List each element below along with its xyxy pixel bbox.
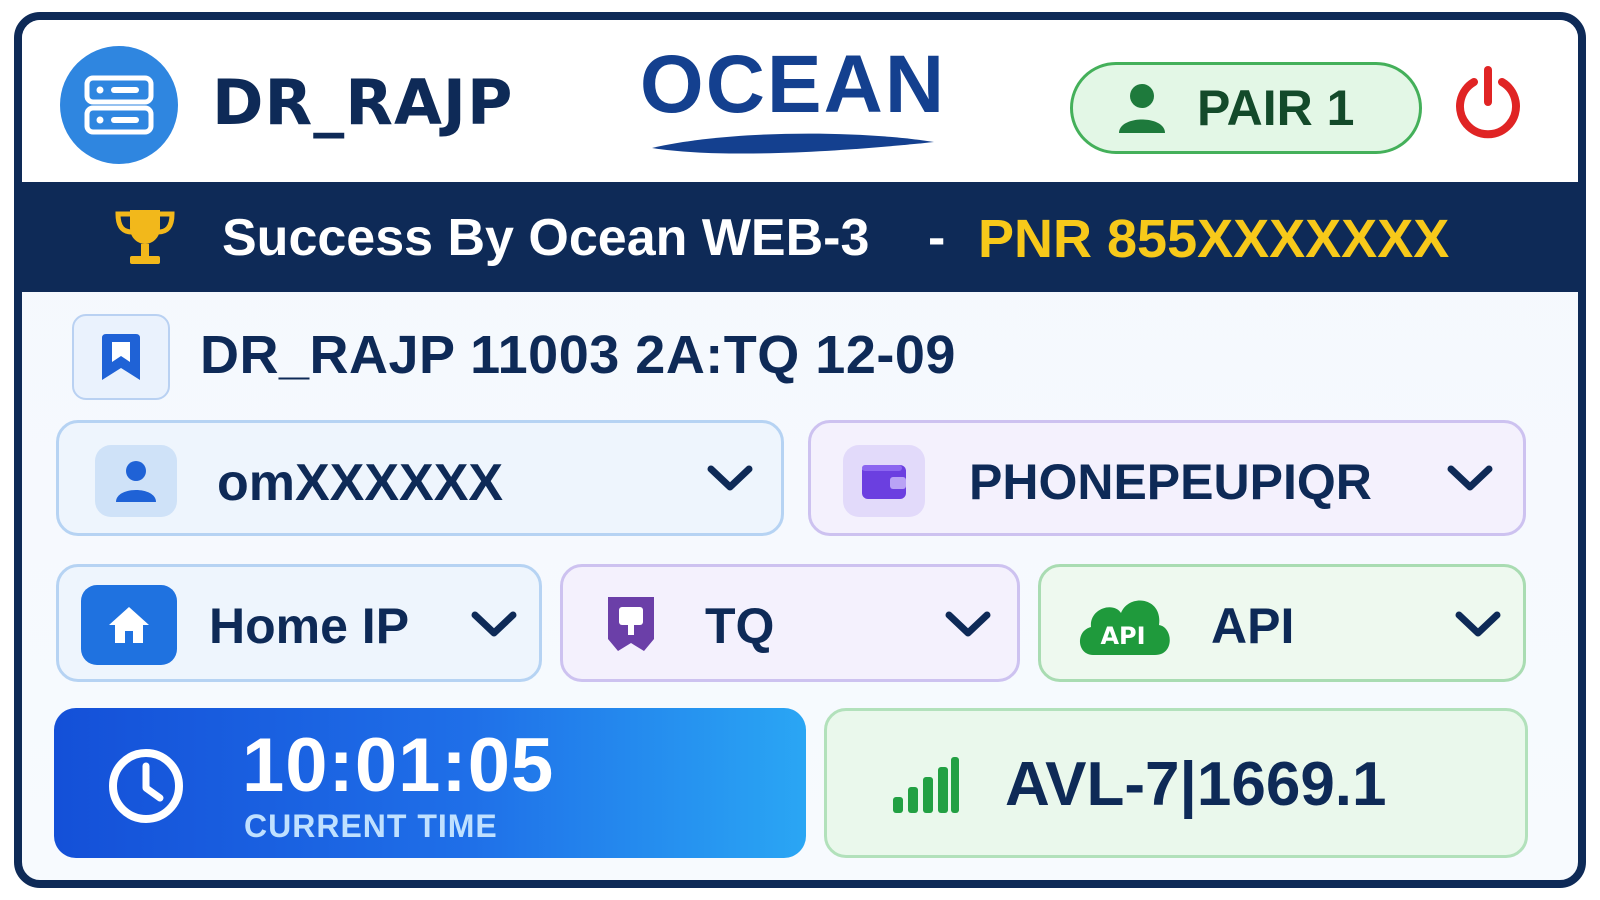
chevron-down-icon: [1447, 465, 1493, 491]
quota-value: TQ: [705, 598, 775, 654]
username: DR_RAJP: [212, 66, 514, 139]
brand-logo: OCEAN: [628, 38, 958, 158]
clock-icon: [109, 749, 183, 823]
chevron-down-icon: [945, 611, 991, 637]
banner-separator: -: [928, 209, 946, 267]
payment-value: PHONEPEUPIQR: [969, 454, 1372, 510]
chevron-down-icon: [1455, 611, 1501, 637]
ticket-icon: [601, 591, 661, 657]
mode-value: API: [1211, 598, 1295, 654]
brand-name: OCEAN: [639, 39, 947, 130]
api-badge: API: [1100, 622, 1145, 650]
banner-message: Success By Ocean WEB-3: [222, 209, 870, 267]
pnr-number: PNR 855XXXXXXX: [978, 209, 1450, 269]
time-caption: CURRENT TIME: [244, 808, 498, 844]
current-time-card: 10:01:05 CURRENT TIME: [54, 708, 806, 858]
pair-label: PAIR 1: [1197, 80, 1355, 136]
bookmark-icon[interactable]: [72, 314, 170, 400]
wallet-icon: [843, 445, 925, 517]
trophy-icon: [115, 210, 175, 264]
network-value: Home IP: [209, 598, 410, 654]
signal-icon: [893, 757, 959, 813]
success-banner: Success By Ocean WEB-3 - PNR 855XXXXXXX: [22, 182, 1578, 292]
availability-card: AVL-7|1669.1: [824, 708, 1528, 858]
header: DR_RAJP OCEAN PAIR 1: [22, 20, 1578, 182]
cloud-api-icon: API: [1071, 583, 1175, 663]
user-icon: [95, 445, 177, 517]
app-frame: DR_RAJP OCEAN PAIR 1 Success By Ocean WE…: [14, 12, 1586, 888]
chevron-down-icon: [471, 611, 517, 637]
payment-dropdown[interactable]: PHONEPEUPIQR: [808, 420, 1526, 536]
power-icon[interactable]: [1448, 62, 1528, 142]
network-dropdown[interactable]: Home IP: [56, 564, 542, 682]
account-dropdown[interactable]: omXXXXXX: [56, 420, 784, 536]
availability-value: AVL-7|1669.1: [1005, 750, 1387, 819]
user-icon: [1119, 84, 1165, 133]
account-value: omXXXXXX: [217, 454, 504, 512]
quota-dropdown[interactable]: TQ: [560, 564, 1020, 682]
booking-summary: DR_RAJP 11003 2A:TQ 12-09: [200, 325, 956, 385]
mode-dropdown[interactable]: API API: [1038, 564, 1526, 682]
chevron-down-icon: [707, 465, 753, 491]
time-value: 10:01:05: [242, 723, 555, 808]
pair-button[interactable]: PAIR 1: [1070, 62, 1422, 154]
server-icon[interactable]: [60, 46, 178, 164]
wave-icon: [652, 133, 934, 154]
home-icon: [81, 585, 177, 665]
